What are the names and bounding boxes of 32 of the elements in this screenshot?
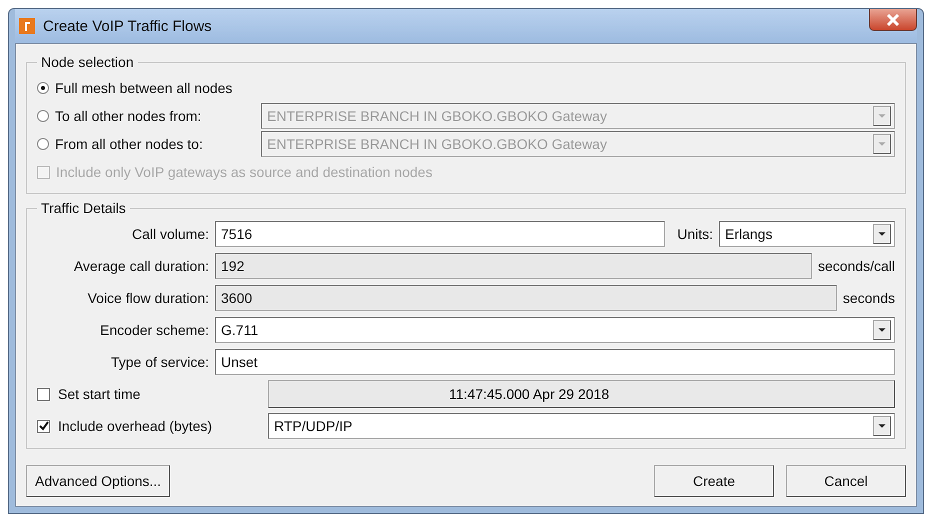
app-logo-icon <box>19 18 35 34</box>
radio-label: From all other nodes to: <box>55 136 204 152</box>
advanced-options-button[interactable]: Advanced Options... <box>26 465 170 497</box>
field-label: Encoder scheme: <box>99 322 209 338</box>
unit-label: seconds/call <box>818 258 895 274</box>
radio-button[interactable] <box>37 82 49 94</box>
dropdown-field[interactable]: Erlangs <box>719 221 895 247</box>
unit-label: seconds <box>842 290 895 306</box>
group-title: Node selection <box>40 54 135 70</box>
dialog-button[interactable]: Create <box>654 465 774 497</box>
checkbox-label: Include overhead (bytes) <box>58 418 212 434</box>
radio-label: Full mesh between all nodes <box>55 80 232 96</box>
group-title: Traffic Details <box>40 200 127 216</box>
window-title: Create VoIP Traffic Flows <box>43 18 212 34</box>
checkbox-label: Include only VoIP gateways as source and destination nodes <box>56 164 432 180</box>
checkbox[interactable] <box>37 420 50 432</box>
units-label: Units: <box>677 226 713 242</box>
dropdown-field[interactable]: G.711 <box>215 317 895 343</box>
field-label: Type of service: <box>110 354 209 370</box>
dialog-button[interactable]: Cancel <box>786 465 906 497</box>
dropdown-field[interactable]: RTP/UDP/IP <box>268 413 895 439</box>
field-label: Call volume: <box>130 226 209 242</box>
checkbox[interactable] <box>37 388 50 400</box>
input-field[interactable]: Unset <box>215 349 895 375</box>
close-icon <box>886 14 900 26</box>
input-field[interactable]: 7516 <box>215 221 666 247</box>
start-time-button[interactable]: 11:47:45.000 Apr 29 2018 <box>268 380 895 408</box>
checkbox-label: Set start time <box>58 386 140 402</box>
radio-label: To all other nodes from: <box>55 108 202 124</box>
field-label: Average call duration: <box>72 258 209 274</box>
close-button[interactable] <box>869 9 917 31</box>
field-label: Voice flow duration: <box>86 290 209 306</box>
